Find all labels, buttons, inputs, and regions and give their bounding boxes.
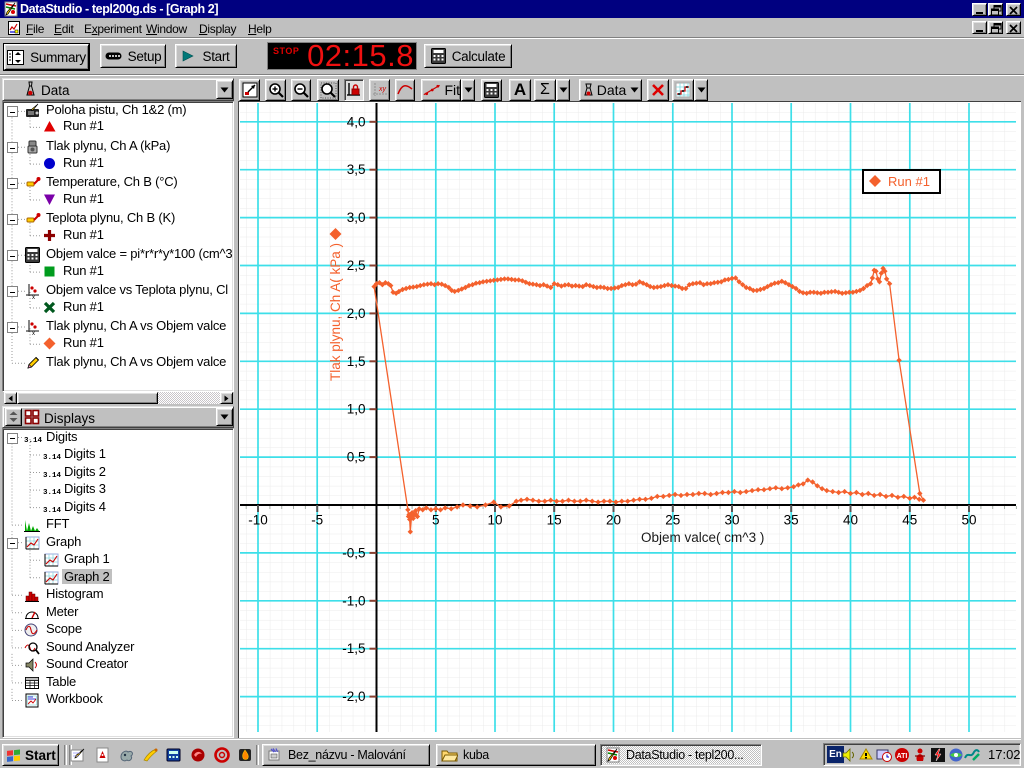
svg-text:5: 5: [432, 513, 440, 528]
svg-text:35: 35: [784, 513, 799, 528]
svg-text:ATI: ATI: [897, 753, 908, 760]
svg-text:0,5: 0,5: [347, 450, 366, 465]
svg-text:3.14: 3.14: [43, 489, 62, 496]
svg-text:3,5: 3,5: [347, 162, 366, 177]
svg-text:25: 25: [665, 513, 680, 528]
svg-text:Objem valce( cm^3 ): Objem valce( cm^3 ): [641, 530, 764, 545]
svg-text:1,5: 1,5: [347, 354, 366, 369]
svg-text:2,5: 2,5: [347, 258, 366, 273]
svg-text:30: 30: [724, 513, 739, 528]
svg-text:-0,5: -0,5: [342, 545, 365, 560]
svg-text:3.14: 3.14: [43, 472, 62, 479]
svg-text:40: 40: [843, 513, 858, 528]
svg-text:-1,5: -1,5: [342, 641, 365, 656]
svg-text:Run #1: Run #1: [888, 174, 930, 189]
svg-text:1,0: 1,0: [347, 402, 366, 417]
svg-text:45: 45: [902, 513, 917, 528]
svg-text:2,0: 2,0: [347, 306, 366, 321]
svg-text:-10: -10: [248, 513, 268, 528]
svg-text:-2,0: -2,0: [342, 689, 365, 704]
svg-text:3.14: 3.14: [43, 454, 62, 461]
svg-text:3.14: 3.14: [43, 507, 62, 514]
svg-text:xy: xy: [378, 86, 387, 93]
svg-text:-5: -5: [311, 513, 323, 528]
svg-text:3.14: 3.14: [24, 437, 43, 444]
svg-text:50: 50: [961, 513, 976, 528]
svg-text:10: 10: [487, 513, 502, 528]
svg-text:15: 15: [547, 513, 562, 528]
svg-text:Tlak plynu, Ch A( kPa ): Tlak plynu, Ch A( kPa ): [328, 243, 343, 381]
svg-text:-1,0: -1,0: [342, 593, 365, 608]
svg-text:3,0: 3,0: [347, 210, 366, 225]
svg-text:20: 20: [606, 513, 621, 528]
svg-text:4,0: 4,0: [347, 114, 366, 129]
